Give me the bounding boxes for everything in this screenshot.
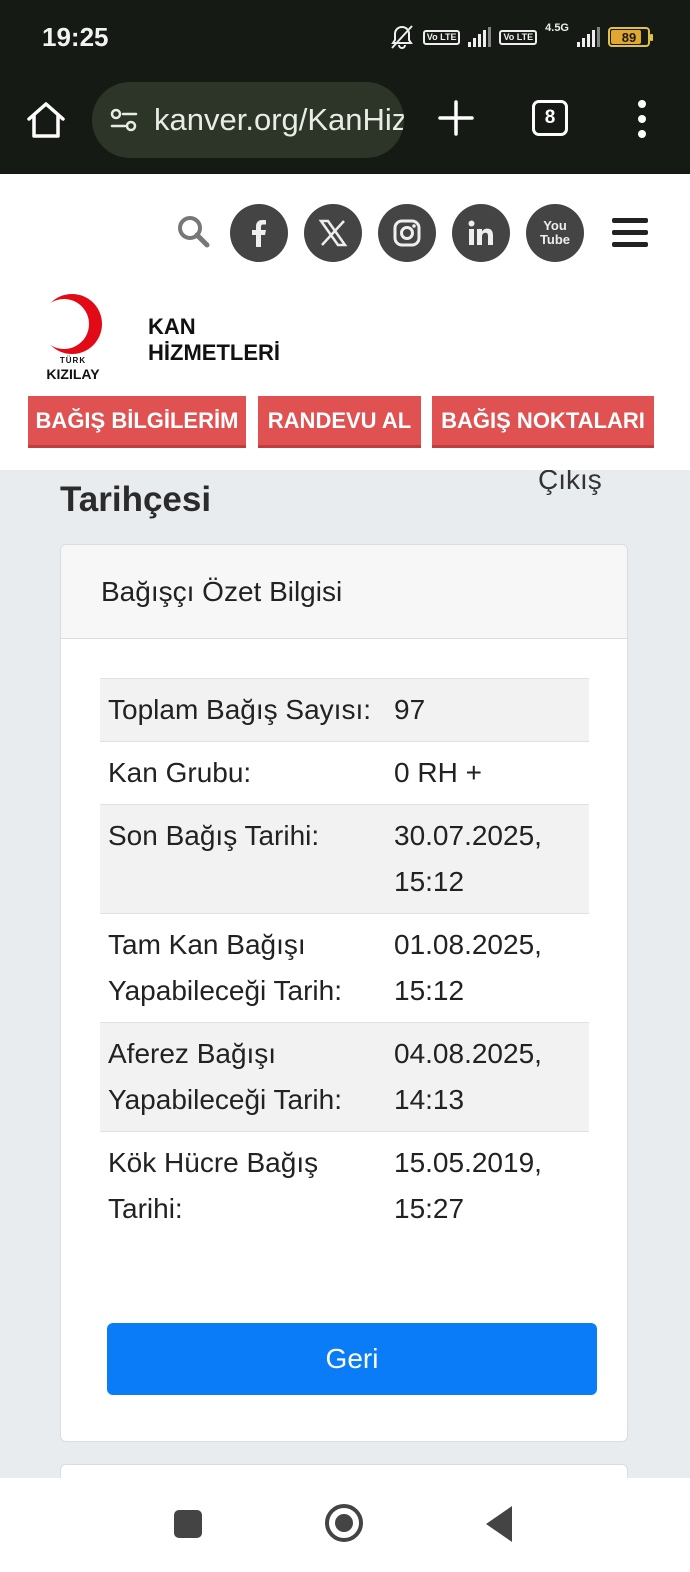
brand-line-1: KAN [148,314,196,339]
row-value: 0 RH + [394,757,482,788]
browser-toolbar: kanver.org/KanHizmetleri 8 [0,76,690,174]
row-value: 04.08.2025, 14:13 [394,1038,542,1115]
kebab-menu-icon[interactable] [630,98,654,140]
home-icon[interactable] [24,98,68,142]
row-label: Aferez Bağışı Yapabileceği Tarih: [108,1038,343,1115]
main-content: Tarihçesi Çıkış Bağışçı Özet Bilgisi Top… [0,470,690,1478]
row-value: 97 [394,694,426,725]
hamburger-menu-icon[interactable] [612,218,648,250]
logo-big-text: KIZILAY [46,366,100,382]
logo-small-text: TÜRK [59,356,87,365]
donor-summary-card: Bağışçı Özet Bilgisi Toplam Bağış Sayısı… [60,544,628,1442]
nav-bagis-noktalari[interactable]: BAĞIŞ NOKTALARI [432,396,654,448]
brand-title[interactable]: KAN HİZMETLERİ [148,314,280,366]
table-row: Aferez Bağışı Yapabileceği Tarih: 04.08.… [100,1022,589,1132]
nav-bagis-bilgilerim[interactable]: BAĞIŞ BİLGİLERİM [28,396,246,448]
search-icon[interactable] [176,214,210,248]
battery-icon: 89 [608,27,653,47]
tabs-icon[interactable]: 8 [532,100,568,136]
linkedin-icon[interactable] [452,204,510,262]
youtube-icon[interactable]: You Tube [526,204,584,262]
youtube-label: You Tube [539,218,571,247]
site-header: You Tube TÜRK KIZILAY KAN HİZMETLERİ BAĞ… [0,174,690,470]
volte-badge-1: Vo LTE [422,29,461,45]
table-row: Kan Grubu: 0 RH + [100,741,589,805]
row-value: 30.07.2025, 15:12 [394,820,542,897]
donor-info-table: Toplam Bağış Sayısı: 97 Kan Grubu: 0 RH … [100,678,589,1240]
back-button[interactable]: Geri [107,1323,597,1395]
row-label: Tam Kan Bağışı Yapabileceği Tarih: [108,929,343,1006]
row-label: Son Bağış Tarihi: [108,820,320,851]
table-row: Toplam Bağış Sayısı: 97 [100,678,589,742]
nav-randevu-al[interactable]: RANDEVU AL [258,396,421,448]
next-card [60,1464,628,1478]
row-value: 15.05.2019, 15:27 [394,1147,542,1224]
status-bar: 19:25 Vo LTE Vo LTE 4.5G 89 [0,0,690,76]
site-settings-icon[interactable] [108,104,140,136]
row-value: 01.08.2025, 15:12 [394,929,542,1006]
home-nav-icon[interactable] [325,1504,363,1542]
table-row: Son Bağış Tarihi: 30.07.2025, 15:12 [100,804,589,914]
page-title: Tarihçesi [60,480,212,519]
row-label: Toplam Bağış Sayısı: [108,694,372,725]
system-nav-bar [0,1478,690,1572]
status-time: 19:25 [42,22,109,52]
signal-icon [468,27,492,47]
facebook-icon[interactable] [230,204,288,262]
status-icons: Vo LTE Vo LTE 4.5G 89 [389,22,653,52]
battery-level: 89 [621,29,637,45]
back-nav-icon[interactable] [486,1506,512,1542]
network-type: 4.5G [545,22,569,34]
card-header: Bağışçı Özet Bilgisi [61,545,627,639]
url-text: kanver.org/KanHizmetleri [154,102,404,137]
table-row: Kök Hücre Bağış Tarihi: 15.05.2019, 15:2… [100,1131,589,1241]
row-label: Kan Grubu: [108,757,252,788]
instagram-icon[interactable] [378,204,436,262]
address-bar[interactable]: kanver.org/KanHizmetleri [92,82,404,158]
volte-badge-2: Vo LTE [499,29,538,45]
x-icon[interactable] [304,204,362,262]
row-label: Kök Hücre Bağış Tarihi: [108,1147,319,1224]
table-row: Tam Kan Bağışı Yapabileceği Tarih: 01.08… [100,913,589,1023]
mute-bell-icon [390,25,413,49]
logo-text: TÜRK KIZILAY [38,356,108,382]
brand-line-2: HİZMETLERİ [148,340,280,365]
recents-icon[interactable] [174,1510,202,1538]
signal-icon-2 [577,27,600,47]
plus-icon[interactable] [436,98,476,138]
logout-link[interactable]: Çıkış [538,470,602,496]
